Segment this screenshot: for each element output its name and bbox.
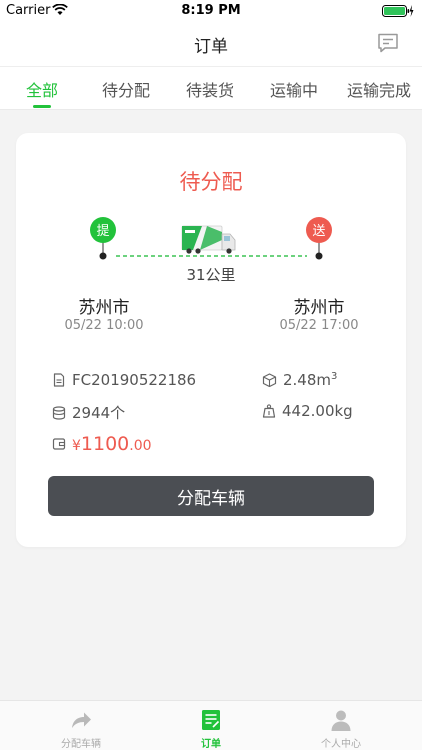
tab-pending-assign[interactable]: 待分配 bbox=[102, 77, 150, 101]
weight-icon bbox=[262, 404, 276, 418]
tabbar-label: 订单 bbox=[201, 739, 221, 750]
tab-completed[interactable]: 运输完成 bbox=[347, 77, 411, 101]
weight-value: 442.00kg bbox=[282, 402, 353, 420]
pickup-time: 05/22 10:00 bbox=[64, 318, 144, 333]
tabbar-profile[interactable]: 个人中心 bbox=[271, 701, 411, 750]
route-distance: 31公里 bbox=[186, 266, 236, 284]
navigation-bar: 订单 bbox=[0, 22, 422, 66]
tabbar-label: 分配车辆 bbox=[61, 739, 101, 750]
tabbar-assign-vehicle[interactable]: 分配车辆 bbox=[11, 701, 151, 750]
document-icon bbox=[53, 373, 65, 387]
message-icon[interactable] bbox=[376, 31, 400, 55]
volume-value: 2.48m3 bbox=[283, 371, 338, 389]
weight-row: 442.00kg bbox=[262, 402, 353, 420]
tab-in-transit[interactable]: 运输中 bbox=[270, 77, 318, 101]
pickup-marker-label: 提 bbox=[96, 223, 109, 239]
pickup-pin: 提 bbox=[90, 217, 116, 260]
wallet-icon bbox=[52, 438, 66, 450]
battery-icon bbox=[382, 5, 414, 17]
tabbar-label: 个人中心 bbox=[321, 739, 361, 750]
destination-city: 苏州市 bbox=[293, 298, 345, 318]
tab-pending-load[interactable]: 待装货 bbox=[186, 77, 234, 101]
route-graphic: 提 送 bbox=[90, 217, 332, 260]
order-number: FC20190522186 bbox=[72, 371, 197, 389]
status-bar: Carrier 8:19 PM bbox=[0, 0, 422, 22]
order-card[interactable]: 待分配 提 送 31公里 苏州市 05/22 10:00 苏州市 05/22 1… bbox=[16, 133, 406, 547]
delivery-pin: 送 bbox=[306, 217, 332, 260]
origin-city: 苏州市 bbox=[78, 298, 130, 318]
page-title: 订单 bbox=[194, 37, 228, 57]
order-document-icon bbox=[202, 710, 220, 730]
bottom-tab-bar: 分配车辆 订单 个人中心 bbox=[0, 700, 422, 750]
tabbar-orders[interactable]: 订单 bbox=[141, 701, 281, 750]
freight-price: ¥1100.00 bbox=[72, 433, 152, 455]
order-number-row: FC20190522186 bbox=[52, 371, 196, 389]
share-arrow-icon bbox=[72, 712, 91, 728]
quantity-value: 2944个 bbox=[72, 404, 126, 422]
stack-icon bbox=[52, 405, 66, 420]
volume-row: 2.48m3 bbox=[262, 371, 337, 389]
delivery-marker-label: 送 bbox=[312, 224, 325, 239]
price-row: ¥1100.00 bbox=[52, 433, 152, 455]
order-status: 待分配 bbox=[179, 170, 243, 194]
clock: 8:19 PM bbox=[181, 3, 241, 18]
quantity-row: 2944个 bbox=[52, 402, 125, 423]
cube-icon bbox=[262, 373, 277, 387]
truck-icon bbox=[181, 225, 236, 254]
active-tab-indicator bbox=[33, 105, 51, 108]
tab-all[interactable]: 全部 bbox=[26, 77, 58, 101]
delivery-time: 05/22 17:00 bbox=[279, 318, 359, 333]
assign-vehicle-button[interactable]: 分配车辆 bbox=[48, 476, 374, 516]
order-status-tabs: 全部 待分配 待装货 运输中 运输完成 bbox=[0, 66, 422, 110]
person-icon bbox=[331, 710, 351, 731]
